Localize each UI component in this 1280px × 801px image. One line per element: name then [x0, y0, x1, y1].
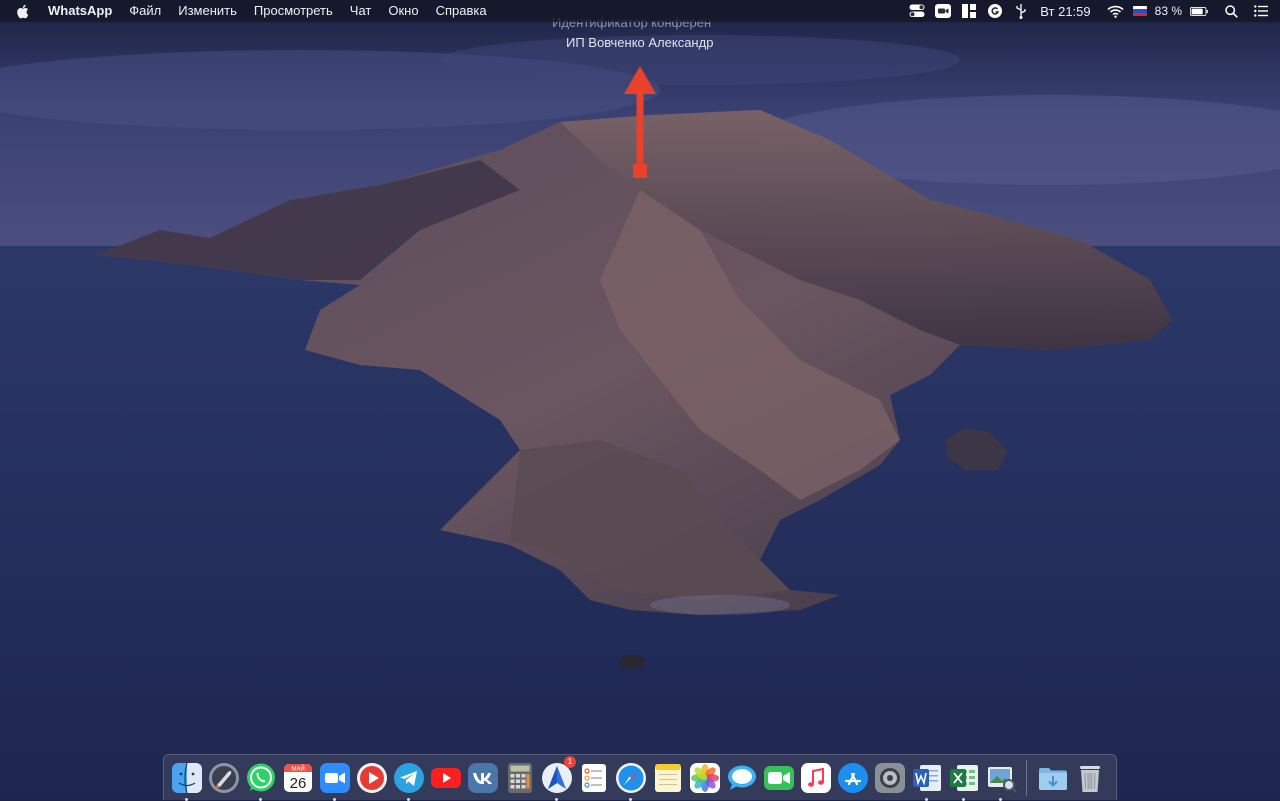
dock-telegram[interactable]: [392, 761, 425, 801]
running-indicator: [999, 797, 1002, 801]
running-indicator: [185, 797, 188, 801]
photos-icon: [689, 762, 720, 793]
dock-vk[interactable]: [466, 761, 499, 795]
running-indicator: [925, 797, 928, 801]
messages-icon: [727, 765, 756, 790]
excel-icon: [949, 764, 978, 791]
calendar-day-label: 26: [289, 775, 306, 792]
menu-edit[interactable]: Изменить: [178, 0, 237, 22]
downloads-folder-icon: [1038, 767, 1067, 790]
menu-bar-status: Вт 21:59 83 %: [900, 0, 1270, 22]
dock-calculator[interactable]: [503, 761, 536, 795]
running-indicator: [407, 797, 410, 801]
running-indicator: [259, 797, 262, 801]
telegram-icon: [393, 762, 424, 793]
menu-bar-left: WhatsApp Файл Изменить Просмотреть Чат О…: [14, 0, 504, 22]
dock-facetime[interactable]: [762, 761, 795, 795]
whatsapp-icon: [246, 763, 275, 791]
dock-excel[interactable]: [947, 761, 980, 801]
calendar-icon: МАЙ 26: [283, 763, 312, 792]
dock-safari[interactable]: [614, 761, 647, 801]
zoom-toggle-icon[interactable]: [908, 3, 926, 19]
dock-whatsapp[interactable]: [244, 761, 277, 801]
facetime-icon: [763, 765, 794, 790]
battery-percentage[interactable]: 83 %: [1155, 4, 1182, 18]
dock-separator: [1026, 759, 1027, 796]
running-indicator: [962, 797, 965, 801]
dock-calendar[interactable]: МАЙ 26: [281, 761, 314, 795]
menu-chat[interactable]: Чат: [350, 0, 372, 22]
dock-preview[interactable]: [984, 761, 1017, 801]
annotation-arrow-up: [624, 66, 656, 178]
dock-zoom[interactable]: [318, 761, 351, 801]
app-store-icon: [837, 762, 868, 793]
zoom-icon: [319, 762, 350, 793]
dock-notes[interactable]: [651, 761, 684, 795]
dock-reminders[interactable]: [577, 761, 610, 795]
dock-system-preferences[interactable]: [873, 761, 906, 795]
wifi-icon[interactable]: [1107, 3, 1125, 19]
reminders-icon: [581, 763, 606, 792]
window-manager-icon[interactable]: [960, 3, 978, 19]
usb-icon[interactable]: [1012, 3, 1030, 19]
dock-finder[interactable]: [170, 761, 203, 801]
dock-app-store[interactable]: [836, 761, 869, 795]
notification-badge: 1: [564, 755, 576, 768]
menu-bar: WhatsApp Файл Изменить Просмотреть Чат О…: [0, 0, 1280, 22]
safari-icon: [615, 762, 646, 793]
dock-spark-mail[interactable]: 1: [540, 755, 576, 801]
system-preferences-icon: [874, 762, 905, 793]
menu-clock[interactable]: Вт 21:59: [1040, 4, 1090, 19]
finder-icon: [171, 762, 202, 793]
menu-file[interactable]: Файл: [129, 0, 161, 22]
trash-icon: [1079, 765, 1100, 792]
menu-window[interactable]: Окно: [388, 0, 418, 22]
running-indicator: [333, 797, 336, 801]
dock-downloads[interactable]: [1036, 761, 1069, 795]
launchpad-icon: [208, 762, 239, 793]
calculator-icon: [507, 762, 532, 793]
menu-view[interactable]: Просмотреть: [254, 0, 333, 22]
dock: МАЙ 26 1: [163, 754, 1117, 801]
preview-icon: [987, 766, 1017, 793]
conference-host-name: ИП Вовченко Александр: [566, 35, 714, 50]
music-icon: [800, 762, 831, 793]
menu-app-name[interactable]: WhatsApp: [48, 0, 112, 22]
dock-photos[interactable]: [688, 761, 721, 795]
dock-messages[interactable]: [725, 761, 758, 795]
notes-icon: [654, 763, 681, 792]
zoom-camera-icon[interactable]: [934, 3, 952, 19]
calendar-month-label: МАЙ: [291, 764, 304, 772]
dock-trash[interactable]: [1073, 761, 1106, 795]
youtube-icon: [430, 767, 461, 788]
notification-center-icon[interactable]: [1252, 3, 1270, 19]
spotlight-search-icon[interactable]: [1222, 3, 1240, 19]
dock-music[interactable]: [799, 761, 832, 795]
dock-player[interactable]: [355, 761, 388, 795]
apple-menu-icon[interactable]: [14, 3, 30, 19]
dock-youtube[interactable]: [429, 761, 462, 795]
grammarly-icon[interactable]: [986, 3, 1004, 19]
running-indicator: [629, 797, 632, 801]
dock-word[interactable]: [910, 761, 943, 801]
battery-icon[interactable]: [1190, 3, 1208, 19]
play-icon: [356, 762, 387, 793]
word-icon: [912, 764, 941, 791]
running-indicator: [555, 797, 558, 801]
dock-launchpad[interactable]: [207, 761, 240, 795]
menu-help[interactable]: Справка: [436, 0, 487, 22]
vk-icon: [467, 762, 498, 793]
russian-flag-input-icon[interactable]: [1132, 6, 1147, 16]
